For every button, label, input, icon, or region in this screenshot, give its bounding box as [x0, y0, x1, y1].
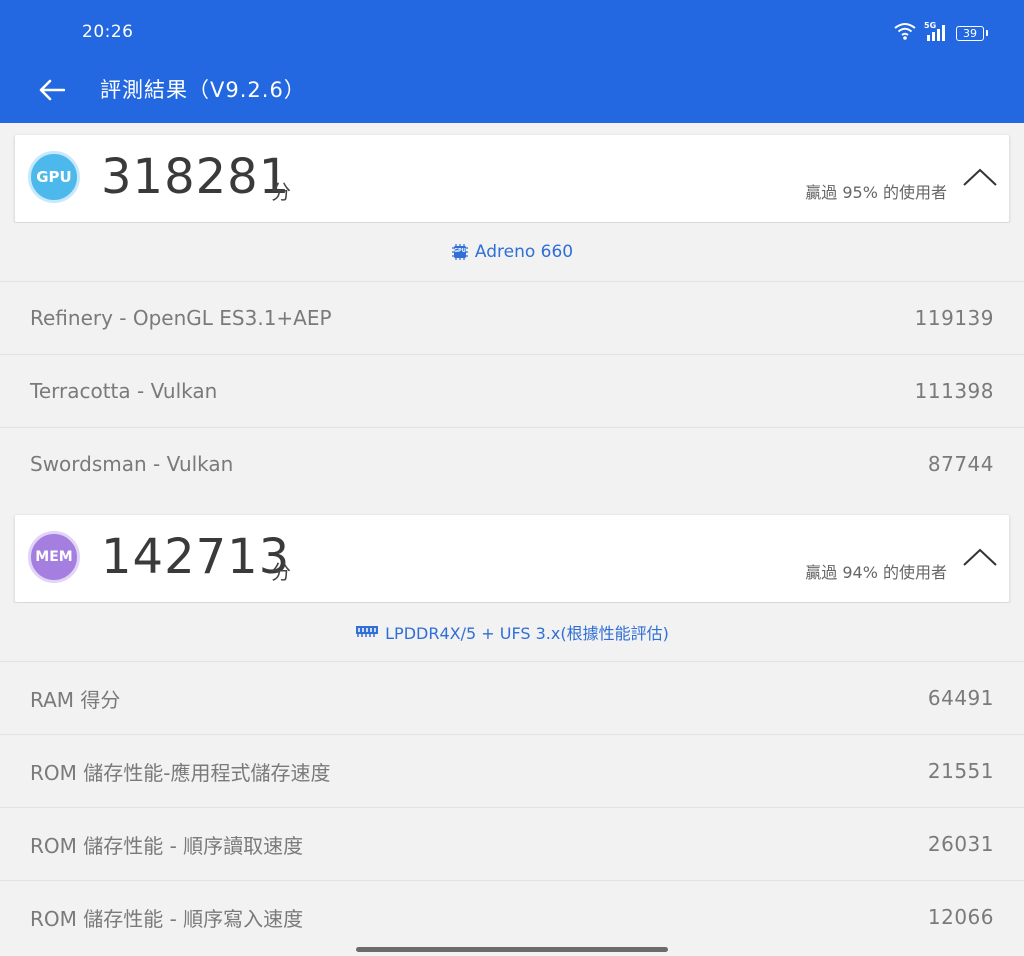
mem-rank: 贏過 94% 的使用者: [805, 563, 947, 582]
mem-test-row: ROM 儲存性能 - 順序寫入速度 12066: [0, 880, 1024, 953]
wifi-icon: [894, 22, 916, 44]
mem-test-row: ROM 儲存性能 - 順序讀取速度 26031: [0, 807, 1024, 880]
mem-score: 142713: [101, 529, 291, 585]
test-name: Swordsman - Vulkan: [30, 452, 234, 476]
gpu-device-row: GPU Adreno 660: [15, 223, 1009, 281]
cellular-signal-icon: 5G: [924, 21, 948, 42]
test-name: RAM 得分: [30, 687, 121, 712]
test-score: 119139: [914, 306, 994, 330]
chevron-up-icon: [963, 548, 997, 566]
status-icons: 5G 39: [894, 21, 988, 44]
test-name: Terracotta - Vulkan: [30, 379, 218, 403]
gpu-rank: 贏過 95% 的使用者: [805, 183, 947, 202]
gpu-score-unit: 分: [271, 180, 291, 204]
back-button[interactable]: [32, 70, 72, 110]
test-name: ROM 儲存性能-應用程式儲存速度: [30, 760, 331, 785]
test-score: 64491: [927, 686, 994, 710]
test-name: Refinery - OpenGL ES3.1+AEP: [30, 306, 332, 330]
test-score: 21551: [927, 759, 994, 783]
gpu-chip-icon-label: GPU: [453, 248, 466, 254]
test-name: ROM 儲存性能 - 順序讀取速度: [30, 833, 304, 858]
status-time: 20:26: [82, 22, 134, 42]
gpu-collapse-button[interactable]: [961, 165, 999, 191]
mem-device-name: LPDDR4X/5 + UFS 3.x(根據性能評估): [385, 624, 669, 643]
mem-score-card: MEM 142713 分 贏過 94% 的使用者: [15, 515, 1009, 602]
gpu-badge: GPU: [28, 151, 80, 203]
arrow-left-icon: [39, 79, 65, 101]
test-score: 111398: [914, 379, 994, 403]
gpu-score: 318281: [101, 149, 291, 205]
mem-collapse-button[interactable]: [961, 545, 999, 571]
app-bar: 20:26 5G 39 評測結果（V9.2.6）: [0, 0, 1024, 123]
mem-score-unit: 分: [271, 560, 291, 584]
gpu-device-name: Adreno 660: [474, 242, 574, 262]
chevron-up-icon: [963, 168, 997, 186]
gpu-test-row: Refinery - OpenGL ES3.1+AEP 119139: [0, 281, 1024, 354]
battery-icon: 39: [956, 25, 988, 41]
gesture-navigation-bar[interactable]: [356, 947, 668, 952]
gpu-test-row: Swordsman - Vulkan 87744: [0, 427, 1024, 500]
gpu-score-card: GPU 318281 分 贏過 95% 的使用者: [15, 135, 1009, 222]
test-name: ROM 儲存性能 - 順序寫入速度: [30, 906, 304, 931]
gpu-chip-icon: GPU: [451, 243, 469, 261]
memory-chip-icon: [355, 623, 379, 642]
gpu-test-row: Terracotta - Vulkan 111398: [0, 354, 1024, 427]
mem-test-row: RAM 得分 64491: [0, 661, 1024, 734]
mem-badge: MEM: [28, 531, 80, 583]
page-title: 評測結果（V9.2.6）: [100, 78, 306, 102]
mem-test-row: ROM 儲存性能-應用程式儲存速度 21551: [0, 734, 1024, 807]
test-score: 87744: [927, 452, 994, 476]
test-score: 12066: [927, 905, 994, 929]
mem-device-row: LPDDR4X/5 + UFS 3.x(根據性能評估): [15, 603, 1009, 661]
test-score: 26031: [927, 832, 994, 856]
